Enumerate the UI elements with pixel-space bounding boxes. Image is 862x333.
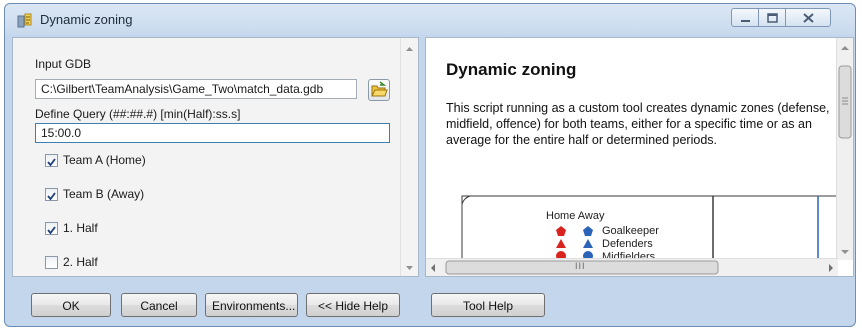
close-button[interactable] [785, 8, 831, 27]
environments-button[interactable]: Environments... [205, 293, 298, 317]
scroll-thumb[interactable] [838, 65, 852, 139]
check-icon [47, 192, 56, 201]
dialog-window: Dynamic zoning Input GDB Define Query (#… [4, 3, 856, 327]
input-gdb-field[interactable] [35, 79, 357, 99]
maximize-button[interactable] [758, 8, 786, 27]
scroll-down-icon[interactable] [841, 250, 849, 254]
scroll-left-icon[interactable] [431, 264, 435, 272]
legend-goalkeeper: Goalkeeper [602, 225, 659, 237]
legend-defenders: Defenders [602, 238, 653, 250]
maximize-icon [767, 13, 778, 23]
scroll-arrows [406, 47, 413, 270]
browse-button[interactable] [368, 79, 390, 101]
help-description: This script running as a custom tool cre… [446, 101, 830, 147]
help-figure: Home Away Goalkeeper Defenders Midfielde… [461, 195, 838, 260]
checkbox-second-half-label: 2. Half [63, 255, 98, 269]
ok-button[interactable]: OK [31, 293, 111, 317]
help-hscroll-graphics [431, 260, 833, 275]
scroll-up-icon[interactable] [841, 46, 849, 50]
check-icon [47, 158, 56, 167]
checkbox-second-half-box[interactable] [45, 256, 58, 269]
open-folder-icon [371, 81, 388, 97]
parameters-pane: Input GDB Define Query (##:##.#) [min(Ha… [12, 37, 419, 277]
query-label: Define Query (##:##.#) [min(Half):ss.s] [35, 107, 241, 121]
minimize-button[interactable] [731, 8, 759, 27]
scroll-up-icon[interactable] [406, 47, 413, 51]
checkbox-team-a-box[interactable] [45, 154, 58, 167]
scroll-right-icon[interactable] [829, 264, 833, 272]
title-bar[interactable]: Dynamic zoning [5, 4, 855, 36]
query-field[interactable] [35, 123, 390, 143]
checkbox-team-b-label: Team B (Away) [63, 187, 145, 201]
checkbox-team-a-label: Team A (Home) [63, 153, 146, 167]
checkbox-team-b-box[interactable] [45, 188, 58, 201]
script-tool-icon [17, 13, 32, 28]
checkbox-first-half-label: 1. Half [63, 221, 98, 235]
help-pane: Dynamic zoning This script running as a … [425, 37, 854, 277]
tool-help-button[interactable]: Tool Help [431, 293, 545, 317]
input-gdb-label: Input GDB [35, 57, 92, 71]
help-title: Dynamic zoning [446, 60, 577, 79]
minimize-icon [741, 20, 750, 22]
cancel-button[interactable]: Cancel [121, 293, 197, 317]
scroll-down-icon[interactable] [406, 266, 413, 270]
hscroll-grip-label: III [575, 261, 586, 271]
legend-header: Home Away [546, 210, 605, 222]
checkbox-first-half-box[interactable] [45, 222, 58, 235]
parameters-scrollbar[interactable] [400, 38, 418, 276]
close-icon [803, 13, 814, 23]
help-vertical-scrollbar[interactable] [836, 38, 853, 260]
check-icon [47, 226, 56, 235]
hide-help-button[interactable]: << Hide Help [306, 293, 400, 317]
help-vscroll-graphics [838, 46, 852, 254]
window-title: Dynamic zoning [40, 12, 133, 27]
help-horizontal-scrollbar[interactable]: III [426, 258, 838, 276]
